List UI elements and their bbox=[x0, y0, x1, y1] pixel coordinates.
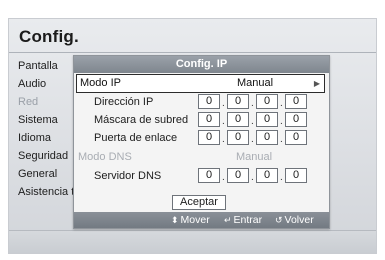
menu-item-general[interactable]: General bbox=[18, 165, 78, 183]
menu-item-asistencia[interactable]: Asistencia té bbox=[18, 183, 80, 201]
subnet-mask-row: Máscara de subred 0 . 0 . 0 . 0 bbox=[74, 111, 329, 129]
gateway-octet-2[interactable]: 0 bbox=[227, 130, 249, 145]
octet-separator: . bbox=[222, 172, 225, 183]
dns-server-octet-4[interactable]: 0 bbox=[285, 168, 307, 183]
dns-server-octet-1[interactable]: 0 bbox=[198, 168, 220, 183]
dns-server-label: Servidor DNS bbox=[94, 170, 162, 182]
dns-server-row: Servidor DNS 0 . 0 . 0 . 0 bbox=[74, 167, 329, 185]
octet-separator: . bbox=[280, 134, 283, 145]
ip-address-octet-1[interactable]: 0 bbox=[198, 94, 220, 109]
enter-hint-label: Entrar bbox=[233, 214, 263, 226]
subnet-mask-label: Máscara de subred bbox=[94, 114, 189, 126]
ip-address-octet-3[interactable]: 0 bbox=[256, 94, 278, 109]
page-title: Config. bbox=[19, 27, 79, 46]
dns-server-octet-3[interactable]: 0 bbox=[256, 168, 278, 183]
menu-item-seguridad[interactable]: Seguridad bbox=[18, 147, 78, 165]
chevron-right-icon: ▶ bbox=[313, 79, 320, 88]
ip-mode-label: Modo IP bbox=[80, 77, 121, 89]
ip-address-label: Dirección IP bbox=[94, 96, 154, 108]
dns-server-octet-2[interactable]: 0 bbox=[227, 168, 249, 183]
subnet-mask-octet-3[interactable]: 0 bbox=[256, 112, 278, 127]
bottom-bar bbox=[9, 230, 376, 253]
move-hint-label: Mover bbox=[180, 214, 210, 226]
back-hint-label: Volver bbox=[284, 214, 314, 226]
gateway-label: Puerta de enlace bbox=[94, 132, 178, 144]
menu-item-sistema[interactable]: Sistema bbox=[18, 111, 78, 129]
return-icon: ↺ bbox=[275, 215, 283, 225]
up-down-arrows-icon: ⬍ bbox=[171, 215, 179, 225]
menu-item-pantalla[interactable]: Pantalla bbox=[18, 57, 78, 75]
accept-button[interactable]: Aceptar bbox=[172, 195, 226, 210]
menu-item-red[interactable]: Red bbox=[18, 93, 78, 111]
subnet-mask-octet-4[interactable]: 0 bbox=[285, 112, 307, 127]
move-hint: ⬍ Mover bbox=[171, 212, 210, 228]
octet-separator: . bbox=[251, 172, 254, 183]
octet-separator: . bbox=[280, 172, 283, 183]
dialog-title: Config. IP bbox=[74, 56, 329, 73]
octet-separator: . bbox=[222, 134, 225, 145]
ip-mode-row[interactable]: Modo IP Manual ▶ bbox=[76, 74, 325, 93]
ip-address-octet-4[interactable]: 0 bbox=[285, 94, 307, 109]
title-divider bbox=[9, 52, 376, 53]
dialog-footer: ⬍ Mover ↵ Entrar ↺ Volver bbox=[74, 212, 329, 228]
gateway-row: Puerta de enlace 0 . 0 . 0 . 0 bbox=[74, 129, 329, 147]
menu-item-audio[interactable]: Audio bbox=[18, 75, 78, 93]
ip-address-row: Dirección IP 0 . 0 . 0 . 0 bbox=[74, 93, 329, 111]
enter-icon: ↵ bbox=[224, 215, 232, 225]
gateway-octet-1[interactable]: 0 bbox=[198, 130, 220, 145]
dns-mode-row: Modo DNS Manual bbox=[74, 148, 329, 166]
ip-config-dialog: Config. IP Modo IP Manual ▶ Dirección IP… bbox=[73, 55, 330, 229]
subnet-mask-octet-2[interactable]: 0 bbox=[227, 112, 249, 127]
octet-separator: . bbox=[251, 134, 254, 145]
gateway-octet-4[interactable]: 0 bbox=[285, 130, 307, 145]
ip-mode-value: Manual bbox=[237, 77, 274, 89]
ip-address-octet-2[interactable]: 0 bbox=[227, 94, 249, 109]
back-hint: ↺ Volver bbox=[275, 212, 314, 228]
gateway-octet-3[interactable]: 0 bbox=[256, 130, 278, 145]
dns-mode-value: Manual bbox=[236, 151, 273, 163]
dns-mode-label: Modo DNS bbox=[78, 151, 132, 163]
subnet-mask-octet-1[interactable]: 0 bbox=[198, 112, 220, 127]
menu-item-idioma[interactable]: Idioma bbox=[18, 129, 78, 147]
settings-menu: Pantalla Audio Red Sistema Idioma Seguri… bbox=[18, 57, 80, 201]
enter-hint: ↵ Entrar bbox=[224, 212, 262, 228]
